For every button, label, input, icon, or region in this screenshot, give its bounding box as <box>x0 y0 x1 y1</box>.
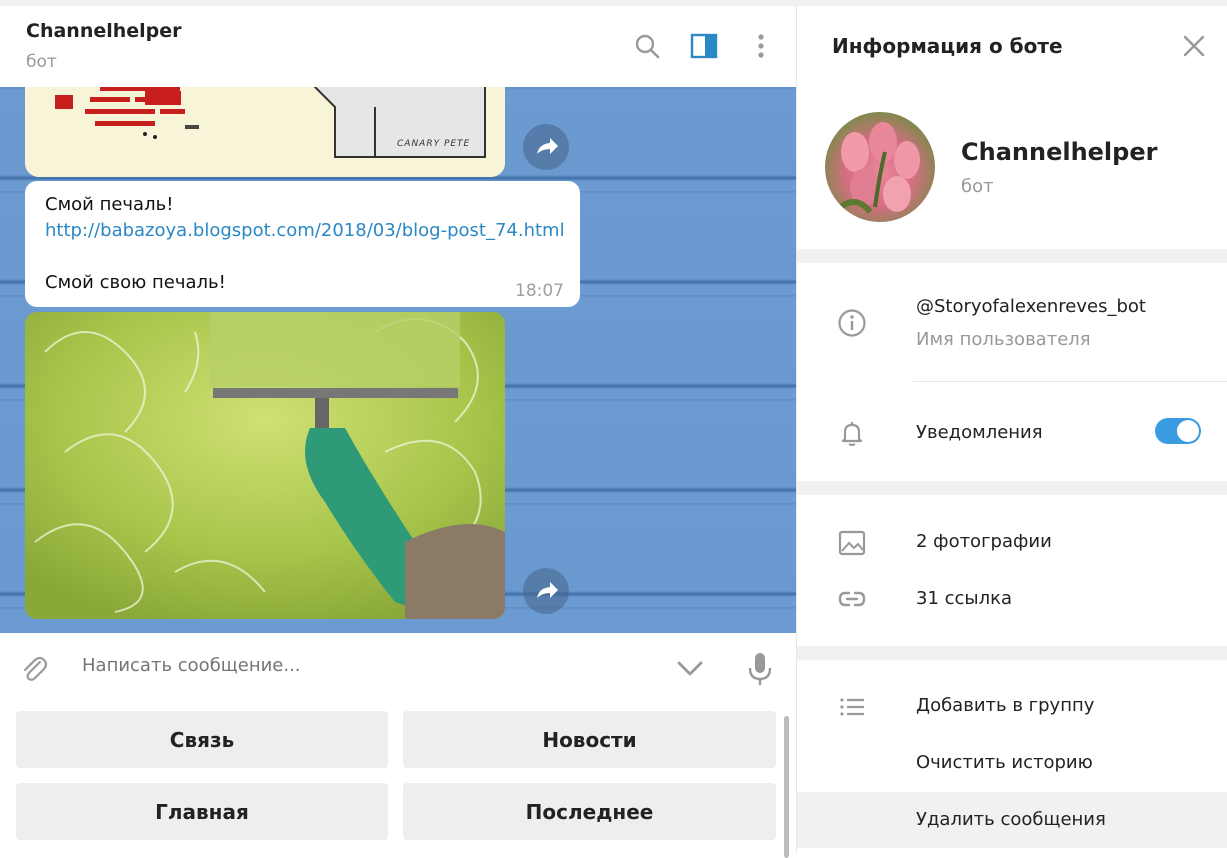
forward-icon <box>537 582 558 598</box>
list-icon <box>840 698 864 716</box>
cartoon-caption: CANARY PETE <box>397 139 471 149</box>
delete-messages-button[interactable]: Удалить сообщения <box>797 792 1227 848</box>
forward-icon <box>537 138 558 154</box>
bell-icon <box>841 422 863 447</box>
chevron-down-icon[interactable] <box>675 657 705 681</box>
message-input[interactable] <box>80 654 644 677</box>
bot-keyboard: Связь Новости Главная Последнее <box>0 705 796 858</box>
message-link[interactable]: http://babazoya.blogspot.com/2018/03/blo… <box>45 220 565 241</box>
microphone-icon[interactable] <box>746 651 774 687</box>
message-image-cartoon[interactable]: CANARY PETE <box>25 87 505 177</box>
section-separator <box>797 646 1227 660</box>
keyboard-button-news[interactable]: Новости <box>403 711 776 768</box>
photo-icon <box>838 530 866 556</box>
message-time: 18:07 <box>515 281 564 301</box>
chat-header: Channelhelper бот <box>0 6 796 87</box>
notifications-label: Уведомления <box>916 422 1043 443</box>
message-list[interactable]: CANARY PETE Смой печаль! http://babazoya… <box>0 87 796 633</box>
row-divider <box>913 381 1227 382</box>
message-text-line: Смой печаль! <box>45 194 174 215</box>
delete-messages-label: Удалить сообщения <box>916 809 1106 830</box>
bot-info-panel: Информация о боте Channelhelper бот @Sto… <box>796 6 1227 852</box>
message-image-squeegee[interactable] <box>25 312 505 619</box>
chat-subtitle: бот <box>26 52 57 72</box>
chat-title[interactable]: Channelhelper <box>26 20 182 42</box>
keyboard-button-latest[interactable]: Последнее <box>403 783 776 840</box>
message-composer <box>0 633 796 705</box>
avatar[interactable] <box>825 112 935 222</box>
shared-photos-link[interactable]: 2 фотографии <box>916 531 1052 552</box>
message-text-line: Смой свою печаль! <box>45 272 226 293</box>
paperclip-icon[interactable] <box>18 653 50 685</box>
close-icon[interactable] <box>1182 34 1206 58</box>
side-panel-icon[interactable] <box>690 32 718 60</box>
more-vertical-icon[interactable] <box>747 32 775 60</box>
toggle-knob <box>1177 420 1199 442</box>
notifications-toggle[interactable] <box>1155 418 1201 444</box>
bot-name: Channelhelper <box>961 138 1158 166</box>
link-icon <box>838 591 866 607</box>
search-icon[interactable] <box>633 32 661 60</box>
bot-subtitle: бот <box>961 176 994 197</box>
info-icon <box>838 309 866 337</box>
forward-button[interactable] <box>523 568 569 614</box>
chat-column: Channelhelper бот CANARY PETE Смой печал… <box>0 6 796 858</box>
section-separator <box>797 249 1227 263</box>
bot-username[interactable]: @Storyofalexenreves_bot <box>916 296 1146 317</box>
shared-links-link[interactable]: 31 ссылка <box>916 588 1012 609</box>
panel-title: Информация о боте <box>832 34 1063 58</box>
keyboard-scrollbar[interactable] <box>784 716 789 858</box>
message-bubble[interactable]: Смой печаль! http://babazoya.blogspot.co… <box>25 181 580 307</box>
keyboard-button-main[interactable]: Главная <box>16 783 388 840</box>
add-to-group-button[interactable]: Добавить в группу <box>797 678 1227 734</box>
keyboard-button-contact[interactable]: Связь <box>16 711 388 768</box>
section-separator <box>797 481 1227 495</box>
bot-username-label: Имя пользователя <box>916 329 1091 350</box>
clear-history-button[interactable]: Очистить историю <box>797 735 1227 791</box>
clear-history-label: Очистить историю <box>916 752 1093 773</box>
add-to-group-label: Добавить в группу <box>916 695 1095 716</box>
forward-button[interactable] <box>523 124 569 170</box>
